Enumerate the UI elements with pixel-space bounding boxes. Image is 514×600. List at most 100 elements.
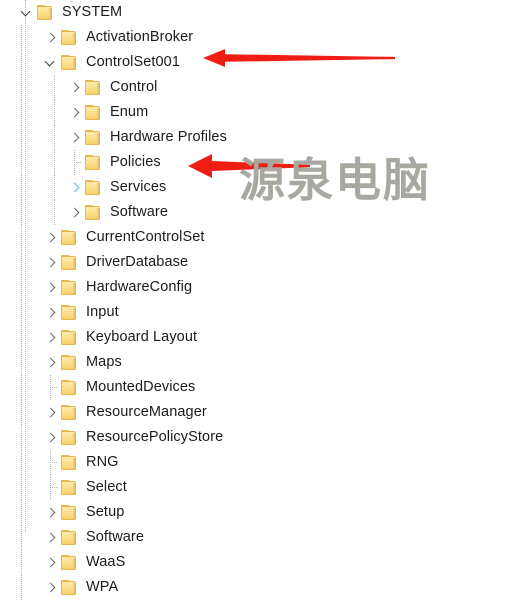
tree-row[interactable]: RNG <box>0 450 514 475</box>
chevron-glyph <box>69 207 81 219</box>
chevron-right-icon[interactable] <box>42 500 60 525</box>
tree-row[interactable]: Software <box>0 200 514 225</box>
chevron-glyph <box>45 532 57 544</box>
tree-row[interactable]: Policies <box>0 150 514 175</box>
chevron-right-icon[interactable] <box>42 325 60 350</box>
tree-indent-guide <box>0 25 42 50</box>
tree-indent-guide <box>0 75 42 100</box>
folder-icon <box>60 479 80 496</box>
chevron-right-icon[interactable] <box>66 175 84 200</box>
folder-icon <box>60 254 80 271</box>
chevron-glyph <box>45 507 57 519</box>
tree-item-label: Hardware Profiles <box>110 129 227 145</box>
tree-row[interactable]: CurrentControlSet <box>0 225 514 250</box>
tree-item-label: ControlSet001 <box>86 54 180 70</box>
tree-indent-guide <box>0 100 42 125</box>
tree-row[interactable]: Enum <box>0 100 514 125</box>
tree-indent-guide <box>42 125 66 150</box>
tree-indent-guide <box>0 150 42 175</box>
tree-row[interactable]: HardwareConfig <box>0 275 514 300</box>
tree-row[interactable]: Software <box>0 525 514 550</box>
tree-item-label: DriverDatabase <box>86 254 189 270</box>
tree-item-label: Software <box>86 529 145 545</box>
chevron-glyph <box>45 32 57 44</box>
chevron-glyph <box>45 257 57 269</box>
tree-row[interactable]: WaaS <box>0 550 514 575</box>
tree-item-label: ResourcePolicyStore <box>86 429 224 445</box>
tree-leaf-tick-icon <box>66 150 84 175</box>
tree-indent-guide <box>0 300 42 325</box>
tree-item-label: Setup <box>86 504 125 520</box>
tree-item-label: Enum <box>110 104 149 120</box>
chevron-right-icon[interactable] <box>42 400 60 425</box>
tree-row[interactable]: ResourceManager <box>0 400 514 425</box>
folder-icon <box>60 404 80 421</box>
tree-item-label: SYSTEM <box>62 4 123 20</box>
tree-row[interactable]: MountedDevices <box>0 375 514 400</box>
chevron-down-icon[interactable] <box>18 0 36 25</box>
tree-row[interactable]: SYSTEM <box>0 0 514 25</box>
tree-item-label: ActivationBroker <box>86 29 194 45</box>
tree-indent-guide <box>42 150 66 175</box>
chevron-right-icon[interactable] <box>66 200 84 225</box>
tree-row[interactable]: Hardware Profiles <box>0 125 514 150</box>
tree-indent-guide <box>0 225 42 250</box>
tree-row[interactable]: Input <box>0 300 514 325</box>
tree-row[interactable]: Control <box>0 75 514 100</box>
chevron-right-icon[interactable] <box>42 225 60 250</box>
chevron-right-icon[interactable] <box>42 350 60 375</box>
tree-indent-guide <box>0 375 42 400</box>
tree-item-label: Maps <box>86 354 122 370</box>
tree-indent-guide <box>0 50 42 75</box>
chevron-right-icon[interactable] <box>42 550 60 575</box>
tree-indent-guide <box>0 250 42 275</box>
chevron-right-icon[interactable] <box>42 250 60 275</box>
tree-indent-guide <box>0 175 42 200</box>
tree-item-label: Software <box>110 204 169 220</box>
tree-indent-guide <box>0 425 42 450</box>
tree-leaf-tick-icon <box>42 475 60 500</box>
folder-icon <box>84 179 104 196</box>
tree-indent-guide <box>0 0 18 25</box>
tree-indent-guide <box>42 200 66 225</box>
tree-indent-guide <box>0 275 42 300</box>
tree-indent-guide <box>42 75 66 100</box>
tree-item-label: HardwareConfig <box>86 279 193 295</box>
tree-row[interactable]: Setup <box>0 500 514 525</box>
tree-indent-guide <box>0 325 42 350</box>
tree-row[interactable]: Select <box>0 475 514 500</box>
chevron-glyph <box>45 407 57 419</box>
tree-row[interactable]: Keyboard Layout <box>0 325 514 350</box>
chevron-right-icon[interactable] <box>42 425 60 450</box>
tree-row[interactable]: ControlSet001 <box>0 50 514 75</box>
folder-icon <box>60 229 80 246</box>
folder-icon <box>60 454 80 471</box>
tree-row[interactable]: WPA <box>0 575 514 600</box>
tree-item-label: CurrentControlSet <box>86 229 205 245</box>
chevron-glyph <box>69 132 81 144</box>
chevron-right-icon[interactable] <box>42 575 60 600</box>
folder-icon <box>60 379 80 396</box>
tree-row[interactable]: ActivationBroker <box>0 25 514 50</box>
chevron-right-icon[interactable] <box>42 25 60 50</box>
chevron-right-icon[interactable] <box>42 525 60 550</box>
chevron-right-icon[interactable] <box>42 275 60 300</box>
folder-icon <box>60 54 80 71</box>
chevron-right-icon[interactable] <box>66 100 84 125</box>
chevron-glyph <box>69 107 81 119</box>
chevron-right-icon[interactable] <box>42 300 60 325</box>
chevron-down-icon[interactable] <box>42 50 60 75</box>
tree-row[interactable]: DriverDatabase <box>0 250 514 275</box>
folder-icon <box>84 204 104 221</box>
tree-row[interactable]: ResourcePolicyStore <box>0 425 514 450</box>
tree-row[interactable]: Maps <box>0 350 514 375</box>
chevron-right-icon[interactable] <box>66 125 84 150</box>
folder-icon <box>60 554 80 571</box>
chevron-glyph <box>45 332 57 344</box>
registry-key-tree[interactable]: SYSTEM ActivationBroker ControlSet001 Contr… <box>0 0 514 600</box>
tree-indent-guide <box>42 175 66 200</box>
chevron-glyph <box>45 307 57 319</box>
tree-indent-guide <box>0 525 42 550</box>
tree-row[interactable]: Services <box>0 175 514 200</box>
chevron-right-icon[interactable] <box>66 75 84 100</box>
